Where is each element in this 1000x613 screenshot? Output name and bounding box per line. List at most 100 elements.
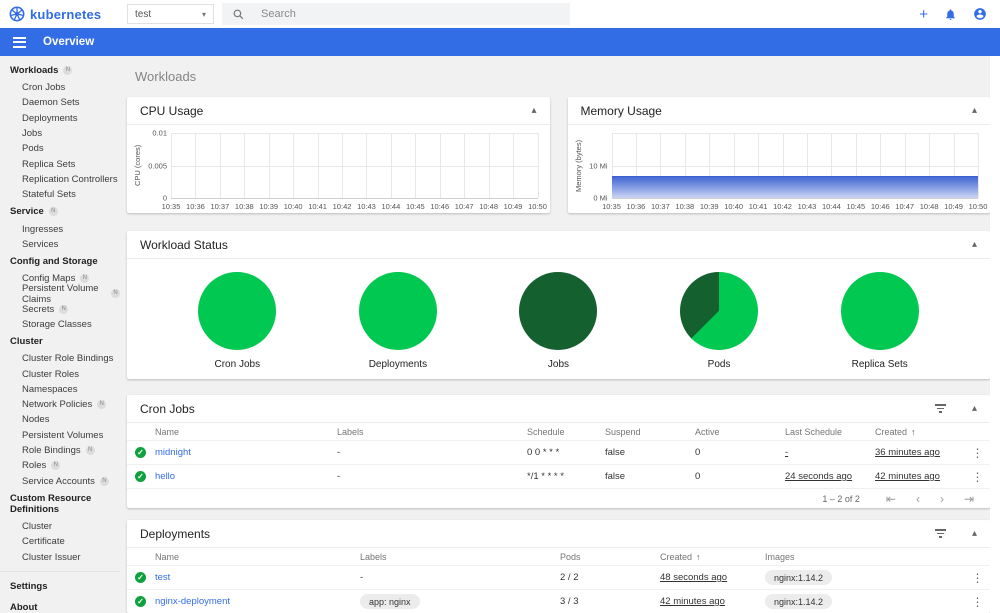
column-header-last-schedule[interactable]: Last Schedule [785, 427, 875, 437]
column-header-active[interactable]: Active [695, 427, 785, 437]
collapse-arrow-icon[interactable]: ▴ [972, 105, 977, 116]
row-actions-kebab-icon[interactable]: ⋮ [965, 470, 990, 484]
table-row[interactable]: ✓ hello - */1 * * * * false 0 24 seconds ago 42… [127, 464, 990, 488]
sidebar-item-replication-controllers[interactable]: Replication Controllers [0, 172, 120, 187]
filter-icon[interactable] [933, 527, 948, 540]
sidebar-item-cluster-role-bindings[interactable]: Cluster Role Bindings [0, 351, 120, 366]
deployments-card: Deployments ▴ Name Labels Pods Created ↑ Imag… [127, 520, 990, 613]
deployment-name-link[interactable]: test [155, 572, 360, 583]
cron-job-name-link[interactable]: midnight [155, 447, 337, 458]
pods-cell: 2 / 2 [560, 572, 579, 583]
search-bar[interactable] [222, 3, 570, 25]
scrollbar-track[interactable] [990, 56, 1000, 613]
sidebar-item-storage-classes[interactable]: Storage Classes [0, 317, 120, 332]
sidebar-item-label: Roles [22, 460, 47, 472]
row-actions-kebab-icon[interactable]: ⋮ [965, 571, 990, 585]
sidebar-item-cluster-issuer[interactable]: Cluster Issuer [0, 549, 120, 564]
previous-page-icon[interactable]: ‹ [916, 493, 920, 505]
sidebar-item-certificate[interactable]: Certificate [0, 534, 120, 549]
collapse-arrow-icon[interactable]: ▴ [972, 403, 977, 414]
column-header-images[interactable]: Images [765, 552, 965, 562]
column-header-name[interactable]: Name [155, 427, 337, 437]
sidebar-item-label: Role Bindings [22, 445, 81, 457]
x-tick-label: 10:37 [650, 202, 670, 211]
column-header-created[interactable]: Created ↑ [875, 427, 965, 437]
x-tick-label: 10:40 [283, 202, 303, 211]
namespace-selector[interactable]: test ▾ [127, 4, 214, 24]
cron-job-name-link[interactable]: hello [155, 471, 337, 482]
deployment-name-link[interactable]: nginx-deployment [155, 596, 360, 607]
x-tick-label: 10:49 [944, 202, 963, 211]
sidebar-item-pods[interactable]: Pods [0, 141, 120, 156]
notifications-bell-icon[interactable] [944, 8, 957, 21]
sidebar-item-roles[interactable]: Roles N [0, 458, 120, 473]
sidebar-item-role-bindings[interactable]: Role Bindings N [0, 443, 120, 458]
column-header-schedule[interactable]: Schedule [527, 427, 605, 437]
next-page-icon[interactable]: › [940, 493, 944, 505]
sidebar-item-cron-jobs[interactable]: Cron Jobs [0, 80, 120, 95]
table-row[interactable]: ✓ test - 2 / 2 48 seconds ago nginx:1.14.2 ⋮ [127, 565, 990, 589]
sidebar-item-replica-sets[interactable]: Replica Sets [0, 156, 120, 171]
last-schedule-cell: 24 seconds ago [785, 471, 853, 482]
collapse-arrow-icon[interactable]: ▴ [972, 239, 977, 250]
sidebar-item-namespaces[interactable]: Namespaces [0, 382, 120, 397]
sidebar-item-persistent-volumes[interactable]: Persistent Volumes [0, 428, 120, 443]
gridline [537, 133, 539, 198]
deployments-table: Name Labels Pods Created ↑ Images ✓ test - 2 / 2 4… [127, 548, 990, 613]
y-axis-ticks: 10 Mi 0 Mi [585, 133, 612, 203]
namespaced-badge: N [63, 66, 73, 75]
row-actions-kebab-icon[interactable]: ⋮ [965, 446, 990, 460]
sidebar-item-label: Services [22, 238, 59, 250]
collapse-arrow-icon[interactable]: ▴ [531, 105, 536, 116]
filter-icon[interactable] [933, 402, 948, 415]
column-header-pods[interactable]: Pods [560, 552, 660, 562]
sidebar-item-label: Cron Jobs [22, 82, 66, 94]
account-person-icon[interactable] [973, 7, 987, 21]
column-header-labels[interactable]: Labels [337, 427, 527, 437]
sidebar-item-ingresses[interactable]: Ingresses [0, 221, 120, 236]
pie-chart [198, 272, 277, 350]
last-page-icon[interactable]: ⇥ [964, 493, 974, 505]
sidebar-item-cluster-roles[interactable]: Cluster Roles [0, 366, 120, 381]
x-tick-label: 10:46 [430, 202, 450, 211]
sidebar-item-service-accounts[interactable]: Service Accounts N [0, 474, 120, 489]
column-header-labels[interactable]: Labels [360, 552, 560, 562]
sidebar-item-stateful-sets[interactable]: Stateful Sets [0, 187, 120, 202]
sidebar-item-daemon-sets[interactable]: Daemon Sets [0, 95, 120, 110]
column-header-created[interactable]: Created ↑ [660, 552, 765, 562]
app-bar: Overview [0, 28, 1000, 56]
first-page-icon[interactable]: ⇤ [886, 493, 896, 505]
sidebar-item-label: Jobs [22, 128, 43, 140]
table-row[interactable]: ✓ midnight -0 0 * * * false 0-36 minutes ago… [127, 440, 990, 464]
sidebar-item-settings[interactable]: Settings [0, 576, 120, 597]
content: Workloads CPU Usage ▴ CPU (cores) 0.01 0.0… [120, 56, 990, 613]
image-chip: nginx:1.14.2 [765, 570, 833, 585]
hamburger-menu-icon[interactable] [10, 34, 29, 51]
search-input[interactable] [261, 8, 560, 20]
sidebar-item-nodes[interactable]: Nodes [0, 412, 120, 427]
create-resource-plus-icon[interactable]: + [919, 7, 928, 22]
row-actions-kebab-icon[interactable]: ⋮ [965, 595, 990, 609]
table-row[interactable]: ✓ nginx-deployment app: nginx 3 / 3 42 minut… [127, 589, 990, 613]
sidebar-item-label: Settings [10, 580, 48, 592]
collapse-arrow-icon[interactable]: ▴ [972, 528, 977, 539]
column-header-suspend[interactable]: Suspend [605, 427, 695, 437]
x-tick-label: 10:38 [675, 202, 695, 211]
gridline [978, 133, 979, 198]
cpu-chart: CPU (cores) 0.01 0.005 0 10:35 10:36 10:37 10:3… [127, 125, 550, 213]
sidebar-item-jobs[interactable]: Jobs [0, 126, 120, 141]
sidebar-item-label: Deployments [22, 112, 78, 124]
kubernetes-logo[interactable]: kubernetes [9, 6, 121, 22]
sidebar-item-network-policies[interactable]: Network Policies N [0, 397, 120, 412]
sidebar-item-deployments[interactable]: Deployments [0, 111, 120, 126]
sidebar-item-about[interactable]: About [0, 597, 120, 613]
sidebar-item-services[interactable]: Services [0, 237, 120, 252]
sidebar-item-persistent-volume-claims[interactable]: Persistent Volume Claims N [0, 283, 120, 305]
pie-chart [840, 272, 919, 350]
sidebar-item-cluster[interactable]: Cluster [0, 519, 120, 534]
x-tick-label: 10:43 [797, 202, 817, 211]
created-cell: 48 seconds ago [660, 572, 728, 583]
column-header-name[interactable]: Name [155, 552, 360, 562]
gridline [171, 133, 538, 134]
label-chip: app: nginx [360, 594, 420, 609]
